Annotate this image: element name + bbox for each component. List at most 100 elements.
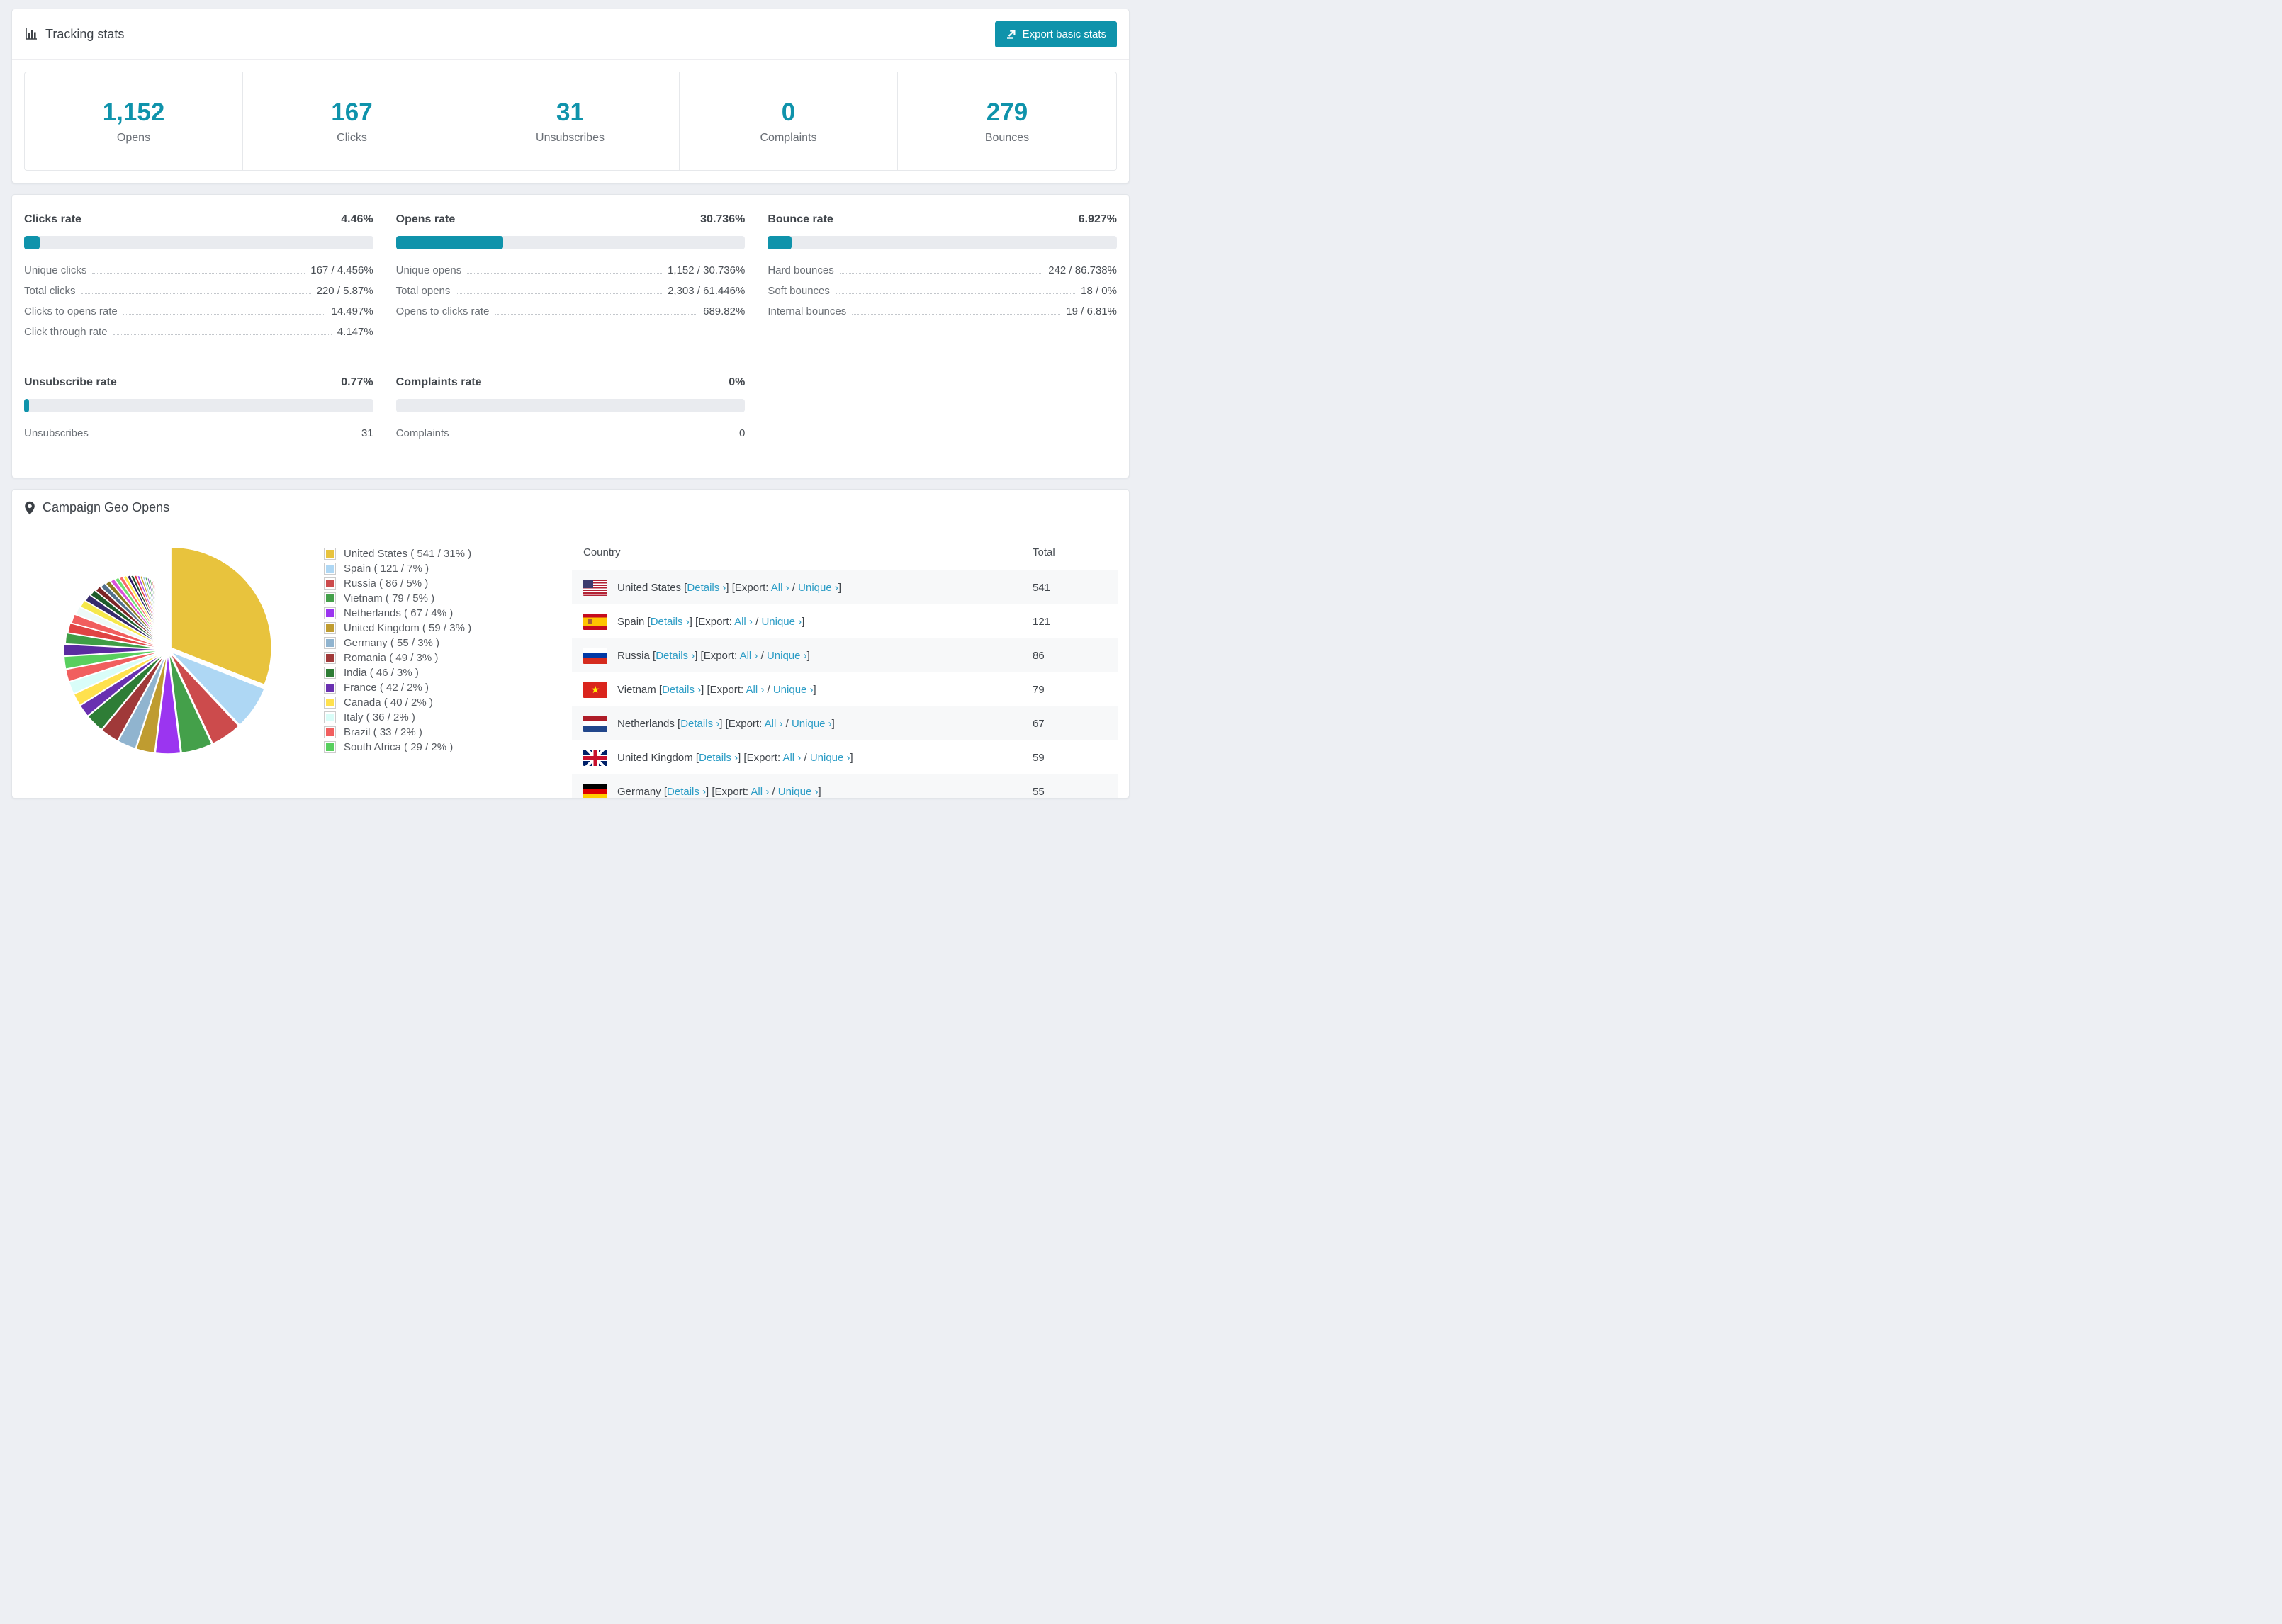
country-column-header: Country (572, 535, 1021, 570)
country-cell: Vietnam [Details ›] [Export: All › / Uni… (583, 681, 1021, 698)
export-unique-link[interactable]: Unique › (810, 752, 850, 764)
export-unique-link[interactable]: Unique › (767, 650, 807, 662)
details-link[interactable]: Details › (662, 684, 701, 696)
rate-row-click-through-rate: Click through rate 4.147% (24, 326, 373, 346)
progress-track (395, 399, 746, 412)
rate-row-soft-bounces: Soft bounces 18 / 0% (768, 285, 1117, 305)
nl-flag-icon (583, 715, 607, 732)
legend-label: Romania ( 49 / 3% ) (344, 652, 439, 664)
rate-title: Unsubscribe rate (24, 376, 117, 388)
geo-header: Campaign Geo Opens (12, 490, 1129, 526)
stat-value: 167 (331, 98, 373, 126)
export-unique-link[interactable]: Unique › (792, 718, 832, 730)
dotted-leader (839, 271, 1043, 274)
export-all-link[interactable]: All › (734, 616, 753, 628)
export-basic-stats-button[interactable]: Export basic stats (994, 21, 1117, 47)
rate-row-value: 1,152 / 30.736% (668, 264, 746, 276)
us-flag-icon (583, 579, 607, 596)
rates-card: Clicks rate 4.46% Unique clicks 167 / 4.456… (11, 194, 1130, 478)
legend-item-south-africa: South Africa ( 29 / 2% ) (324, 740, 572, 755)
export-all-link[interactable]: All › (740, 650, 758, 662)
stat-label: Unsubscribes (536, 131, 605, 144)
total-cell: 79 (1033, 683, 1045, 696)
rate-row-label: Soft bounces (768, 285, 830, 297)
rate-row-value: 0 (738, 427, 746, 439)
export-unique-link[interactable]: Unique › (798, 582, 838, 594)
rate-rows: Unsubscribes 31 (24, 427, 373, 448)
rate-row-clicks-to-opens-rate: Clicks to opens rate 14.497% (24, 305, 373, 326)
rate-row-value: 220 / 5.87% (316, 285, 373, 297)
details-link[interactable]: Details › (667, 786, 706, 798)
legend-label: Canada ( 40 / 2% ) (344, 697, 433, 709)
rate-row-unique-opens: Unique opens 1,152 / 30.736% (396, 264, 746, 285)
export-all-link[interactable]: All › (782, 752, 801, 764)
stat-label: Bounces (984, 131, 1030, 144)
geo-table-row-germany: Germany [Details ›] [Export: All › / Uni… (572, 774, 1118, 798)
geo-table-row-vietnam: Vietnam [Details ›] [Export: All › / Uni… (572, 672, 1118, 706)
dotted-leader (456, 291, 663, 294)
dotted-leader (454, 434, 734, 436)
rate-row-label: Internal bounces (768, 305, 847, 317)
legend-swatch (324, 622, 336, 634)
geo-table-row-united-states: United States [Details ›] [Export: All ›… (572, 570, 1118, 604)
progress-track (24, 236, 373, 249)
rate-block-complaints-rate: Complaints rate 0% Complaints 0 (395, 376, 746, 448)
legend-item-canada: Canada ( 40 / 2% ) (324, 695, 572, 710)
details-link[interactable]: Details › (680, 718, 719, 730)
legend-item-romania: Romania ( 49 / 3% ) (324, 650, 572, 665)
rate-row-label: Unique opens (395, 264, 462, 276)
export-unique-link[interactable]: Unique › (761, 616, 802, 628)
country-cell-wrap: Vietnam [Details ›] [Export: All › / Uni… (572, 672, 1021, 706)
progress-track (24, 399, 373, 412)
country-cell-wrap: Russia [Details ›] [Export: All › / Uniq… (572, 638, 1021, 672)
stat-label: Opens (116, 131, 151, 144)
rate-block-header: Bounce rate 6.927% (768, 213, 1117, 226)
details-link[interactable]: Details › (699, 752, 738, 764)
progress-fill (768, 236, 792, 249)
country-links: Netherlands [Details ›] [Export: All › /… (617, 717, 835, 730)
legend-label: Brazil ( 33 / 2% ) (344, 726, 422, 738)
export-all-link[interactable]: All › (765, 718, 783, 730)
summary-stat-bounces: 279 Bounces (898, 72, 1116, 170)
total-cell: 55 (1033, 785, 1045, 798)
progress-track (768, 236, 1117, 249)
total-cell: 86 (1033, 649, 1045, 662)
summary-stats-row: 1,152 Opens 167 Clicks 31 Unsubscribes 0 Compla… (24, 72, 1117, 171)
page-title-text: Tracking stats (45, 26, 125, 41)
details-link[interactable]: Details › (687, 582, 726, 594)
rate-row-label: Unique clicks (24, 264, 87, 276)
rate-row-value: 2,303 / 61.446% (668, 285, 746, 297)
country-links: Russia [Details ›] [Export: All › / Uniq… (617, 649, 810, 662)
export-upload-icon (1006, 30, 1016, 39)
country-cell: Netherlands [Details ›] [Export: All › /… (583, 715, 1021, 732)
geo-table-row-spain: Spain [Details ›] [Export: All › / Uniqu… (572, 604, 1118, 638)
stat-value: 31 (556, 98, 584, 126)
export-all-link[interactable]: All › (746, 684, 764, 696)
ru-flag-icon (583, 647, 607, 664)
rate-row-value: 4.147% (337, 326, 373, 338)
legend-swatch (324, 577, 336, 590)
total-column-header: Total (1021, 535, 1118, 570)
legend-item-spain: Spain ( 121 / 7% ) (324, 561, 572, 576)
gb-flag-icon (583, 749, 607, 766)
export-unique-link[interactable]: Unique › (778, 786, 819, 798)
geo-table-container: Country Total United States [Details ›] … (572, 535, 1129, 798)
legend-item-india: India ( 46 / 3% ) (324, 665, 572, 680)
rate-row-hard-bounces: Hard bounces 242 / 86.738% (768, 264, 1117, 285)
details-link[interactable]: Details › (656, 650, 695, 662)
legend-item-germany: Germany ( 55 / 3% ) (324, 636, 572, 650)
country-links: United States [Details ›] [Export: All ›… (617, 581, 842, 594)
stat-label: Clicks (337, 131, 367, 144)
export-all-link[interactable]: All › (771, 582, 789, 594)
country-cell-wrap: Spain [Details ›] [Export: All › / Uniqu… (572, 604, 1021, 638)
export-all-link[interactable]: All › (751, 786, 769, 798)
rate-row-unique-clicks: Unique clicks 167 / 4.456% (24, 264, 373, 285)
legend-label: United States ( 541 / 31% ) (344, 548, 472, 560)
legend-label: France ( 42 / 2% ) (344, 682, 429, 694)
export-unique-link[interactable]: Unique › (773, 684, 814, 696)
country-cell-wrap: Netherlands [Details ›] [Export: All › /… (572, 706, 1021, 740)
stat-label: Complaints (760, 131, 817, 144)
details-link[interactable]: Details › (651, 616, 690, 628)
vn-flag-icon (583, 681, 607, 698)
de-flag-icon (583, 783, 607, 798)
